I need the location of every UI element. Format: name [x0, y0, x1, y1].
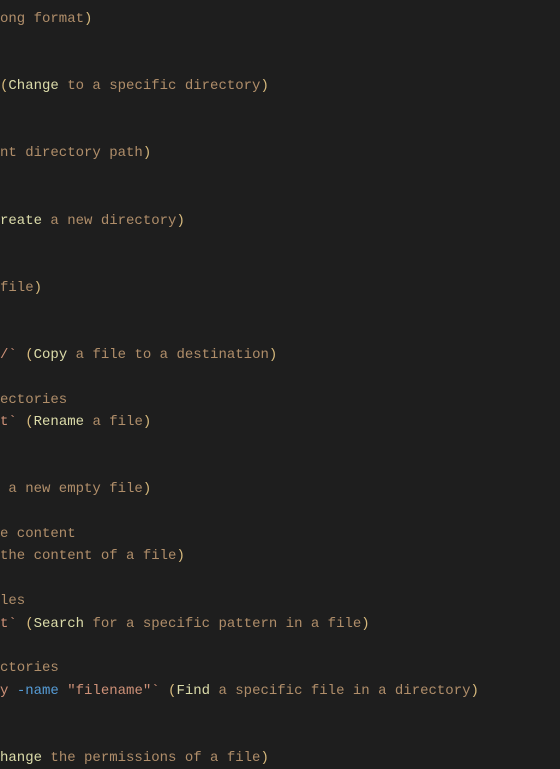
code-token: ) — [143, 481, 151, 497]
code-editor-content: ong format) (Change to a specific direct… — [0, 8, 560, 769]
code-token: /` — [0, 347, 25, 363]
code-line: /` (Copy a file to a destination) — [0, 344, 560, 366]
code-token: a new directory — [42, 213, 176, 229]
code-line — [0, 232, 560, 254]
code-token: ( — [25, 616, 33, 632]
code-line — [0, 30, 560, 52]
code-line: file) — [0, 277, 560, 299]
code-token: Change — [8, 78, 58, 94]
code-token: ) — [84, 11, 92, 27]
code-token: file — [0, 280, 34, 296]
code-token: ) — [176, 548, 184, 564]
code-token: a specific file in a directory — [210, 683, 470, 699]
code-line: ong format) — [0, 8, 560, 30]
code-line: nt directory path) — [0, 142, 560, 164]
code-token: ( — [25, 347, 33, 363]
code-line: hange the permissions of a file) — [0, 747, 560, 769]
code-line — [0, 501, 560, 523]
code-line — [0, 433, 560, 455]
code-token: ctories — [0, 660, 59, 676]
code-token: a file to a destination — [67, 347, 269, 363]
code-token: ) — [471, 683, 479, 699]
code-token: ) — [269, 347, 277, 363]
code-line — [0, 321, 560, 343]
code-token: y — [0, 683, 17, 699]
code-line — [0, 187, 560, 209]
code-token: Find — [176, 683, 210, 699]
code-line — [0, 456, 560, 478]
code-token: ) — [34, 280, 42, 296]
code-token: ectories — [0, 392, 67, 408]
code-token: to a specific directory — [59, 78, 261, 94]
code-token: ) — [361, 616, 369, 632]
code-token: the permissions of a file — [42, 750, 260, 766]
code-token: Copy — [34, 347, 68, 363]
code-token: ) — [260, 78, 268, 94]
code-line — [0, 165, 560, 187]
code-line: t` (Search for a specific pattern in a f… — [0, 613, 560, 635]
code-token: ) — [143, 145, 151, 161]
code-line — [0, 568, 560, 590]
code-token: ) — [143, 414, 151, 430]
code-line — [0, 120, 560, 142]
code-line — [0, 98, 560, 120]
code-token: t` — [0, 616, 25, 632]
code-token: ) — [176, 213, 184, 229]
code-token: for a specific pattern in a file — [84, 616, 361, 632]
code-line: y -name "filename"` (Find a specific fil… — [0, 680, 560, 702]
code-line: les — [0, 590, 560, 612]
code-token: Rename — [34, 414, 84, 430]
code-token: hange — [0, 750, 42, 766]
code-line: a new empty file) — [0, 478, 560, 500]
code-token: -name — [17, 683, 59, 699]
code-token: the content of a file — [0, 548, 176, 564]
code-line — [0, 53, 560, 75]
code-token: "filename"` — [59, 683, 168, 699]
code-line: reate a new directory) — [0, 210, 560, 232]
code-line — [0, 702, 560, 724]
code-line: ctories — [0, 657, 560, 679]
code-line — [0, 635, 560, 657]
code-line — [0, 299, 560, 321]
code-line — [0, 725, 560, 747]
code-token: les — [0, 593, 25, 609]
code-line: the content of a file) — [0, 545, 560, 567]
code-token: nt directory path — [0, 145, 143, 161]
code-line: t` (Rename a file) — [0, 411, 560, 433]
code-token: ( — [25, 414, 33, 430]
code-token: reate — [0, 213, 42, 229]
code-line: ectories — [0, 389, 560, 411]
code-token: Search — [34, 616, 84, 632]
code-line — [0, 254, 560, 276]
code-token: t` — [0, 414, 25, 430]
code-token: ) — [260, 750, 268, 766]
code-token: e content — [0, 526, 76, 542]
code-line: (Change to a specific directory) — [0, 75, 560, 97]
code-token: a new empty file — [0, 481, 143, 497]
code-line: e content — [0, 523, 560, 545]
code-token: ong format — [0, 11, 84, 27]
code-token: a file — [84, 414, 143, 430]
code-line — [0, 366, 560, 388]
